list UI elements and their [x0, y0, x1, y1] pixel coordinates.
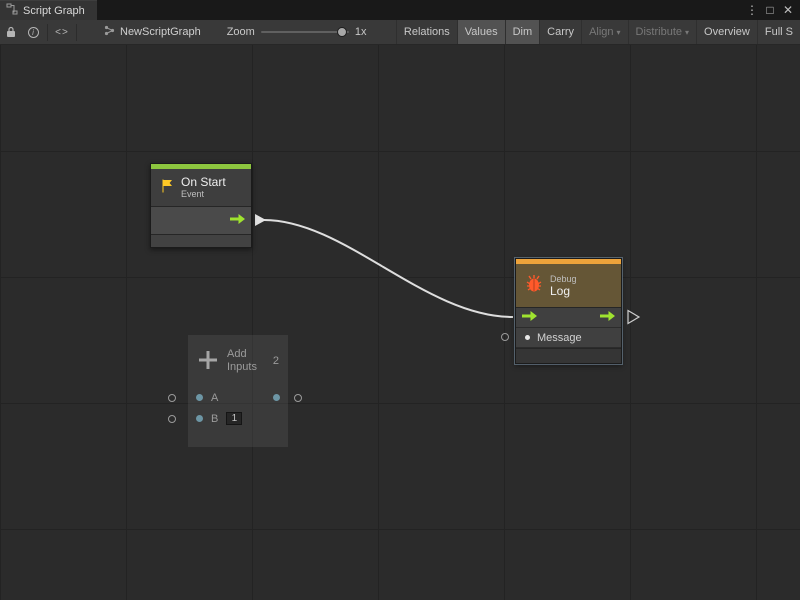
zoom-value: 1x — [355, 26, 367, 38]
maximize-icon[interactable]: □ — [762, 3, 778, 17]
relations-button[interactable]: Relations — [396, 20, 457, 45]
distribute-button[interactable]: Distribute▾ — [628, 20, 696, 45]
zoom-slider[interactable] — [261, 31, 349, 33]
port-a-output-dot[interactable] — [273, 394, 280, 401]
add-output-port-indicator[interactable] — [294, 394, 302, 402]
add-node-line1: Add — [227, 348, 257, 361]
bug-icon — [525, 274, 543, 297]
on-start-flow-row — [151, 207, 251, 235]
add-input-b-port-indicator[interactable] — [168, 415, 176, 423]
on-start-header[interactable]: On Start Event — [151, 169, 251, 207]
debug-message-row: Message — [516, 328, 621, 348]
values-button[interactable]: Values — [457, 20, 505, 45]
port-a-dot[interactable] — [196, 394, 203, 401]
port-a-label: A — [211, 392, 218, 404]
tab-title: Script Graph — [23, 5, 85, 17]
port-b-value-field[interactable]: 1 — [226, 412, 242, 425]
debug-output-port-indicator[interactable] — [628, 311, 639, 324]
add-input-a-port-indicator[interactable] — [168, 394, 176, 402]
on-start-title: On Start — [181, 176, 226, 189]
toolbar-separator — [47, 24, 48, 41]
carry-button[interactable]: Carry — [539, 20, 581, 45]
overview-button[interactable]: Overview — [696, 20, 757, 45]
control-wire[interactable] — [264, 220, 513, 317]
edit-code-icon[interactable]: <> — [51, 20, 73, 45]
add-node-header: Add Inputs 2 — [188, 335, 288, 387]
flag-icon — [160, 178, 174, 197]
window-controls: ⋮ □ ✕ — [744, 0, 800, 20]
message-port-dot[interactable] — [525, 335, 530, 340]
graph-tab-icon — [6, 3, 18, 18]
port-b-label: B — [211, 413, 218, 425]
zoom-label: Zoom — [227, 26, 255, 38]
add-node-row-a: A — [188, 387, 288, 408]
port-b-dot[interactable] — [196, 415, 203, 422]
connection-wire-layer — [0, 45, 800, 600]
add-node-line2: Inputs — [227, 361, 257, 374]
flow-input-port[interactable] — [521, 310, 538, 325]
close-icon[interactable]: ✕ — [780, 3, 796, 17]
chevron-down-icon: ▾ — [617, 28, 621, 37]
toolbar-buttons: Relations Values Dim Carry Align▾ Distri… — [396, 20, 800, 45]
menu-icon[interactable]: ⋮ — [744, 3, 760, 17]
on-start-subtitle: Event — [181, 189, 226, 200]
graph-name-label: NewScriptGraph — [120, 26, 201, 38]
debug-title: Log — [550, 285, 577, 298]
script-graph-window: Script Graph ⋮ □ ✕ i <> NewScriptGraph Z… — [0, 0, 800, 600]
on-start-node[interactable]: On Start Event — [150, 163, 252, 248]
chevron-down-icon: ▾ — [685, 28, 689, 37]
wire-source-arrow-icon[interactable] — [255, 214, 266, 226]
graph-canvas[interactable]: On Start Event — [0, 45, 800, 600]
message-port-label: Message — [537, 332, 582, 344]
debug-log-header[interactable]: Debug Log — [516, 264, 621, 308]
message-input-port-indicator[interactable] — [501, 333, 509, 341]
plus-icon — [197, 349, 219, 374]
add-node-row-b: B 1 — [188, 408, 288, 429]
zoom-control: Zoom 1x — [227, 26, 367, 38]
graph-name-field[interactable]: NewScriptGraph — [104, 25, 201, 39]
dim-button[interactable]: Dim — [505, 20, 540, 45]
debug-category: Debug — [550, 274, 577, 285]
debug-footer — [516, 348, 621, 363]
titlebar: Script Graph ⋮ □ ✕ — [0, 0, 800, 20]
info-icon[interactable]: i — [22, 20, 44, 45]
add-node-count: 2 — [273, 355, 279, 367]
flow-output-port[interactable] — [599, 310, 616, 325]
zoom-slider-knob[interactable] — [337, 27, 347, 37]
add-node-footer — [188, 429, 288, 447]
flow-output-port[interactable] — [229, 213, 246, 228]
toolbar: i <> NewScriptGraph Zoom 1x Relations Va… — [0, 20, 800, 45]
lock-icon[interactable] — [0, 20, 22, 45]
tab-script-graph[interactable]: Script Graph — [0, 0, 97, 20]
align-button[interactable]: Align▾ — [581, 20, 627, 45]
debug-flow-row — [516, 308, 621, 328]
debug-log-node[interactable]: Debug Log Message — [515, 258, 622, 364]
fullscreen-button[interactable]: Full S — [757, 20, 800, 45]
add-node-preview[interactable]: Add Inputs 2 A B 1 — [188, 335, 288, 447]
graph-asset-icon — [104, 25, 115, 39]
on-start-footer — [151, 235, 251, 247]
toolbar-separator — [76, 24, 77, 41]
